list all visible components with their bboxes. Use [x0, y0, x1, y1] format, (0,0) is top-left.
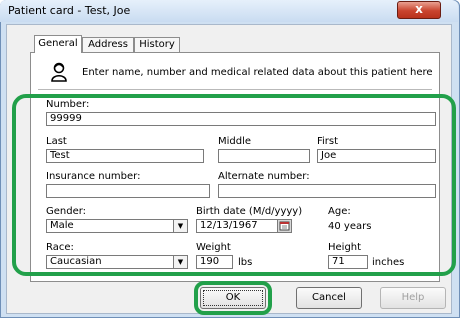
tab-address-label: Address	[88, 39, 128, 50]
fields-highlight-outline	[12, 94, 456, 276]
info-text: Enter name, number and medical related d…	[82, 67, 433, 78]
tab-history-label: History	[139, 39, 175, 50]
help-button-label: Help	[401, 292, 425, 303]
tab-general-label: General	[38, 38, 78, 49]
cancel-button[interactable]: Cancel	[296, 287, 362, 309]
tab-general[interactable]: General	[34, 35, 82, 53]
window-title: Patient card - Test, Joe	[8, 4, 131, 17]
help-button[interactable]: Help	[380, 287, 446, 309]
ok-highlight-outline	[194, 281, 272, 315]
tab-address[interactable]: Address	[82, 37, 134, 53]
cancel-button-label: Cancel	[312, 292, 346, 303]
person-info-icon	[50, 62, 68, 82]
close-icon: x	[415, 2, 423, 16]
tab-history[interactable]: History	[134, 37, 180, 53]
close-button[interactable]: x	[397, 1, 441, 19]
separator	[38, 89, 432, 90]
